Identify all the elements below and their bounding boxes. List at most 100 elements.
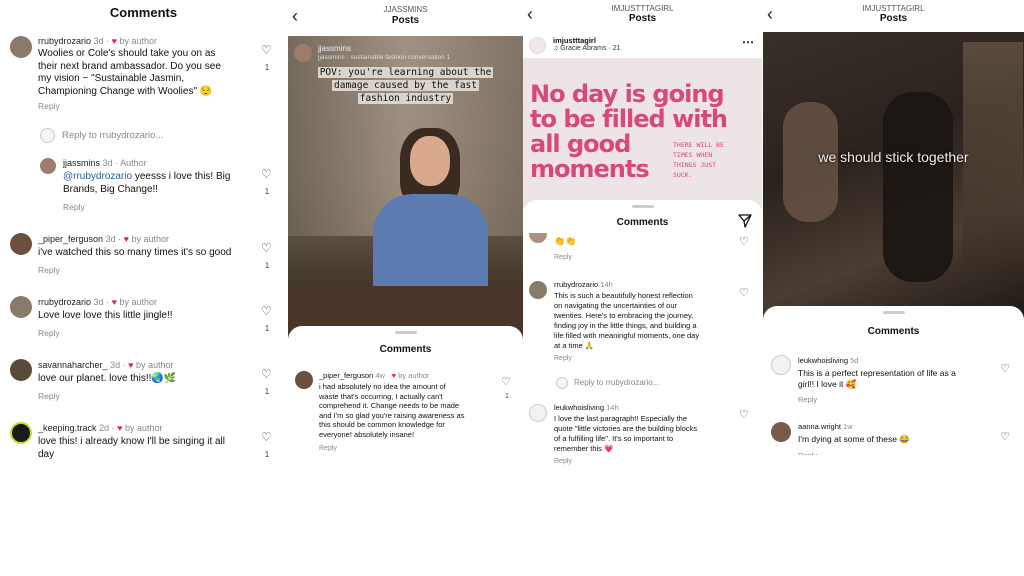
reply-button[interactable]: Reply (38, 101, 60, 111)
avatar[interactable] (529, 281, 547, 299)
comment-text: i had absolutely no idea the amount of w… (319, 382, 465, 439)
heart-icon[interactable]: ♡ (739, 235, 749, 248)
comments-title: Comments (379, 344, 432, 355)
author-badge: Author (120, 158, 147, 168)
poster-username[interactable]: jjassmins (318, 44, 351, 53)
sheet-handle[interactable] (882, 311, 905, 314)
poster-username[interactable]: imjustttagirl (553, 36, 596, 45)
reply-button[interactable]: Reply (798, 395, 817, 404)
comments-panel-1: Comments rrubydrozario 3d · ♥ by author … (0, 0, 287, 576)
like-count: 1 (264, 187, 270, 196)
avatar[interactable] (40, 158, 56, 174)
avatar[interactable] (771, 422, 791, 442)
song-info[interactable]: ♫ Gracie Abrams · 21 (553, 45, 621, 52)
avatar[interactable] (10, 36, 32, 58)
dancer-right (883, 92, 953, 282)
like-count: 1 (264, 63, 270, 72)
send-icon[interactable] (738, 214, 752, 228)
heart-icon[interactable]: ♡ (261, 304, 272, 318)
account-name: JJASSMINS (383, 5, 428, 14)
avatar[interactable] (10, 296, 32, 318)
avatar[interactable] (529, 233, 547, 243)
comment-header: _piper_ferguson 4w · ♥ by author (319, 371, 430, 380)
top-bar: ‹ IMJUSTTTAGIRL Posts (523, 0, 762, 34)
like-count: 1 (505, 393, 509, 400)
post-header: imjustttagirl ♫ Gracie Abrams · 21 ⋯ (523, 34, 762, 58)
heart-icon[interactable]: ♡ (261, 367, 272, 381)
reply-button[interactable]: Reply (38, 265, 60, 275)
like-count: 1 (264, 261, 270, 270)
reply-button[interactable]: Reply (63, 202, 85, 212)
comments-title: Comments (616, 217, 669, 228)
comment-text: I'm dying at some of these 😂 (798, 434, 910, 444)
username[interactable]: _keeping.track (38, 423, 97, 433)
avatar (40, 128, 55, 143)
avatar[interactable] (529, 404, 547, 422)
reply-button[interactable]: Reply (554, 458, 572, 465)
reply-button[interactable]: Reply (798, 451, 817, 455)
sheet-handle[interactable] (394, 331, 417, 334)
username[interactable]: rrubydrozario (38, 297, 91, 307)
heart-icon[interactable]: ♡ (739, 408, 749, 421)
avatar[interactable] (295, 371, 313, 389)
reply-to-input[interactable]: Reply to rrubydrozario... (574, 378, 659, 387)
comment-header: leukwhoisliving 5d (798, 356, 859, 365)
username[interactable]: rrubydrozario (38, 36, 91, 46)
page-title: Posts (391, 15, 420, 26)
comments-title: Comments (109, 5, 178, 20)
more-options-icon[interactable]: ⋯ (742, 35, 754, 49)
heart-icon[interactable]: ♡ (261, 167, 272, 181)
post-subtext: THERE WILL BE TIMES WHEN THINGS JUST SUC… (673, 141, 724, 179)
heart-icon[interactable]: ♡ (1000, 362, 1010, 375)
by-author: by author (119, 36, 157, 46)
avatar[interactable] (529, 37, 546, 54)
reply-button[interactable]: Reply (554, 254, 572, 261)
person-face (410, 136, 450, 186)
heart-icon[interactable]: ♡ (739, 286, 749, 299)
liked-heart-icon: ♥ (111, 297, 117, 307)
heart-icon[interactable]: ♡ (261, 43, 272, 57)
heart-icon[interactable]: ♡ (261, 430, 272, 444)
heart-icon[interactable]: ♡ (501, 375, 511, 388)
heart-icon[interactable]: ♡ (1000, 430, 1010, 443)
comment-header: savannaharcher_ 3d · ♥ by author (38, 360, 174, 370)
like-count: 1 (264, 324, 270, 333)
page-title: Posts (628, 13, 657, 24)
post-video[interactable]: we should stick together (763, 32, 1024, 322)
post-video[interactable]: jjassmins jjassmins · sustainable fashio… (288, 36, 523, 346)
reply-button[interactable]: Reply (38, 328, 60, 338)
avatar[interactable] (10, 233, 32, 255)
liked-heart-icon: ♥ (123, 234, 129, 244)
comment-text: love our planet. love this!!🌏🌿 (38, 373, 177, 384)
reply-to-input[interactable]: Reply to rrubydrozario... (62, 130, 163, 141)
comment-header: rrubydrozario 14h (554, 280, 613, 289)
heart-icon[interactable]: ♡ (261, 241, 272, 255)
reply-button[interactable]: Reply (38, 391, 60, 401)
avatar[interactable] (10, 359, 32, 381)
comment-header: _keeping.track 2d · ♥ by author (38, 423, 163, 433)
avatar[interactable] (10, 422, 32, 444)
username[interactable]: _piper_ferguson (38, 234, 103, 244)
avatar[interactable] (771, 355, 791, 375)
liked-heart-icon: ♥ (391, 371, 397, 380)
username[interactable]: leukwhoisliving (554, 403, 604, 412)
reply-button[interactable]: Reply (319, 445, 337, 452)
comment-header: _piper_ferguson 3d · ♥ by author (38, 234, 169, 244)
username[interactable]: _piper_ferguson (319, 371, 373, 380)
username[interactable]: savannaharcher_ (38, 360, 108, 370)
comment-header: jjassmins 3d · Author (63, 158, 147, 168)
comment-text: I love the last paragraph!! Especially t… (554, 414, 698, 453)
mention-link[interactable]: @rrubydrozario (63, 171, 132, 182)
username[interactable]: rrubydrozario (554, 280, 598, 289)
reply-button[interactable]: Reply (554, 355, 572, 362)
avatar[interactable] (294, 44, 312, 62)
comments-sheet: Comments _piper_ferguson 4w · ♥ by autho… (288, 326, 523, 576)
username[interactable]: jjassmins (63, 158, 100, 168)
top-bar: ‹ IMJUSTTTAGIRL Posts (763, 0, 1024, 32)
post-image[interactable]: No day is going to be filled with all go… (523, 58, 762, 208)
sheet-handle[interactable] (631, 205, 654, 208)
username[interactable]: aanna.wright (798, 422, 841, 431)
comments-sheet: Comments 👏👏 Reply ♡ rrubydrozario 14h Th… (523, 200, 762, 576)
like-count: 1 (264, 450, 270, 459)
username[interactable]: leukwhoisliving (798, 356, 848, 365)
